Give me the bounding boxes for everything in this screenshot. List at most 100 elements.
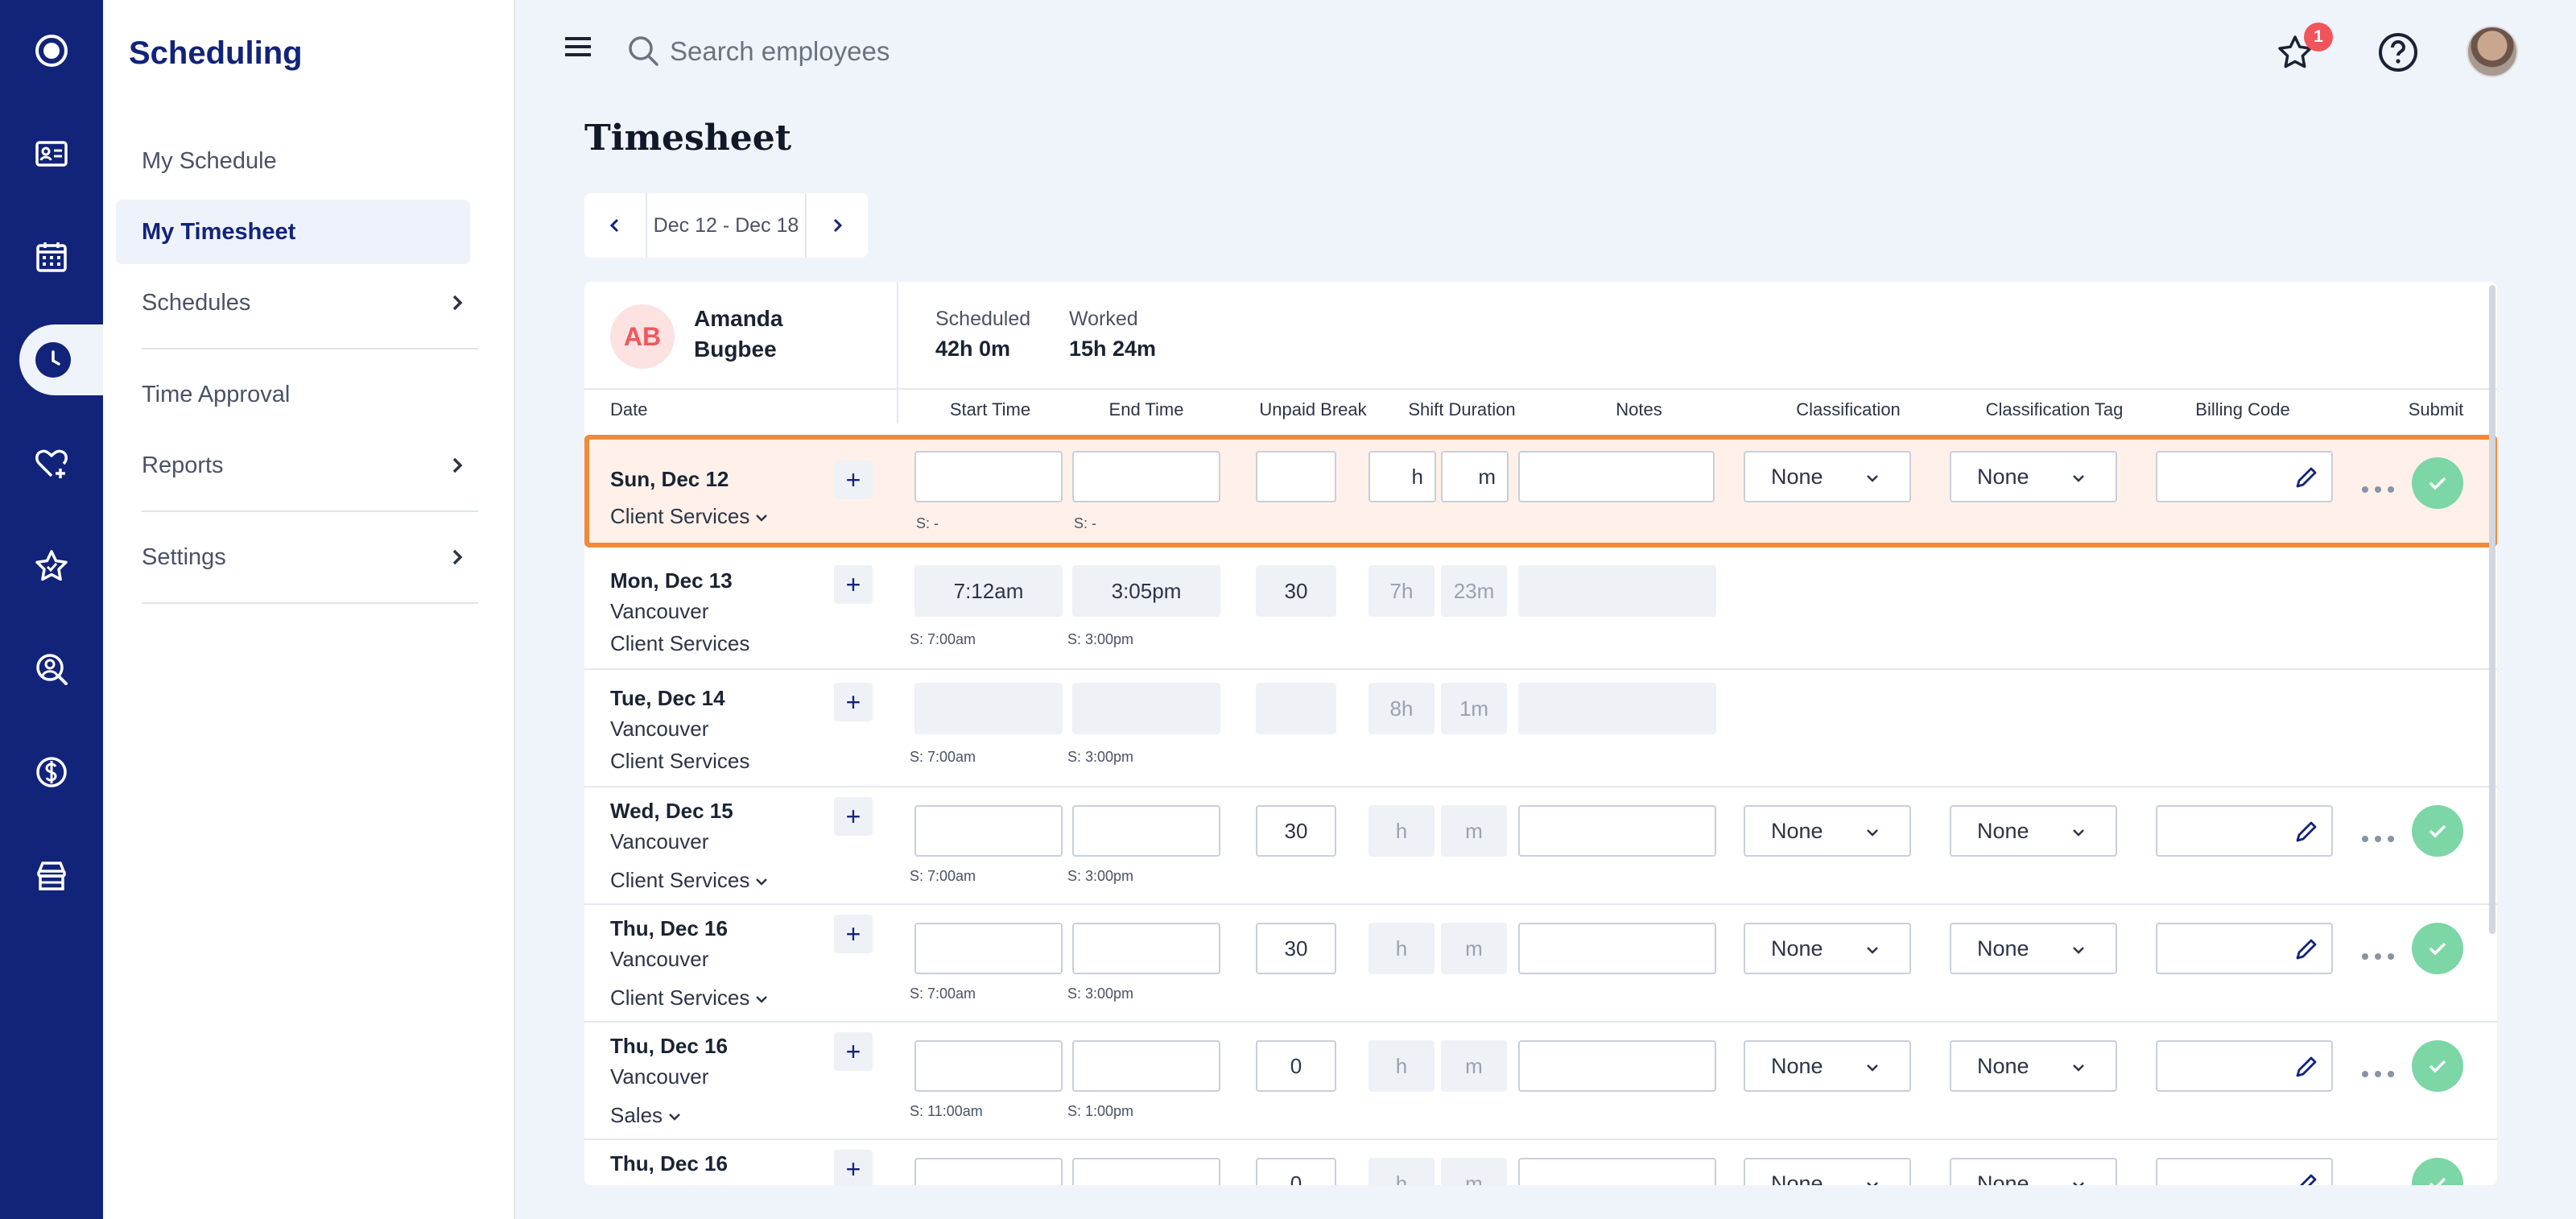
classification-select[interactable]: None xyxy=(1744,923,1911,974)
timesheet-row: Wed, Dec 15 Vancouver Client Services + … xyxy=(584,787,2497,905)
pencil-icon[interactable] xyxy=(2293,1171,2320,1185)
start-time-input[interactable] xyxy=(914,1040,1063,1092)
more-options-button[interactable] xyxy=(2362,1066,2394,1082)
search-input[interactable] xyxy=(670,29,1233,74)
classification-tag-select[interactable]: None xyxy=(1950,1040,2117,1092)
notes-input[interactable] xyxy=(1518,1158,1716,1185)
unpaid-break-input[interactable]: 30 xyxy=(1256,923,1336,974)
chevron-right-icon xyxy=(452,457,463,473)
sidebar-item-reports[interactable]: Reports xyxy=(116,433,470,498)
end-time-input[interactable] xyxy=(1072,923,1220,974)
classification-select[interactable]: None xyxy=(1744,1158,1911,1185)
pencil-icon[interactable] xyxy=(2293,936,2320,963)
end-time-value xyxy=(1072,683,1220,734)
row-department-selector[interactable]: Client Services xyxy=(610,986,770,1010)
scrollbar-thumb[interactable] xyxy=(2489,285,2496,934)
person-search-icon[interactable] xyxy=(0,633,103,705)
notes-input[interactable] xyxy=(1518,1040,1716,1092)
logo-icon[interactable] xyxy=(0,14,103,87)
page-title: Timesheet xyxy=(584,118,792,159)
add-shift-button[interactable]: + xyxy=(834,915,873,953)
billing-code-field[interactable] xyxy=(2156,451,2333,502)
calendar-icon[interactable] xyxy=(0,221,103,293)
sidebar-item-settings[interactable]: Settings xyxy=(116,525,470,589)
employee-last-name: Bugbee xyxy=(694,337,777,362)
billing-code-field[interactable] xyxy=(2156,805,2333,857)
end-time-input[interactable] xyxy=(1072,1040,1220,1092)
row-department-selector[interactable]: Client Services xyxy=(610,868,770,893)
submit-button[interactable] xyxy=(2412,923,2463,974)
start-time-input[interactable] xyxy=(914,451,1063,502)
date-range-label[interactable]: Dec 12 - Dec 18 xyxy=(646,193,807,258)
unpaid-break-input[interactable]: 0 xyxy=(1256,1040,1336,1092)
next-week-button[interactable] xyxy=(807,193,868,258)
classification-select[interactable]: None xyxy=(1744,805,1911,857)
user-avatar[interactable] xyxy=(2467,26,2518,77)
end-time-input[interactable] xyxy=(1072,451,1220,502)
duration-hours-value: h xyxy=(1368,923,1435,974)
pencil-icon[interactable] xyxy=(2293,1053,2320,1081)
row-date: Tue, Dec 14 xyxy=(610,686,725,710)
contact-card-icon[interactable] xyxy=(0,118,103,190)
pencil-icon[interactable] xyxy=(2293,818,2320,845)
classification-select[interactable]: None xyxy=(1744,1040,1911,1092)
rail-active-tab[interactable] xyxy=(19,324,103,395)
add-shift-button[interactable]: + xyxy=(834,1150,873,1185)
duration-minutes-input[interactable]: m xyxy=(1441,451,1509,502)
add-shift-button[interactable]: + xyxy=(834,1032,873,1071)
add-shift-button[interactable]: + xyxy=(834,565,873,604)
add-shift-button[interactable]: + xyxy=(834,683,873,721)
submit-button[interactable] xyxy=(2412,1040,2463,1092)
start-time-input[interactable] xyxy=(914,1158,1063,1185)
hamburger-menu-icon[interactable] xyxy=(564,35,592,58)
duration-minutes-value: m xyxy=(1441,1040,1507,1092)
unpaid-break-input[interactable]: 30 xyxy=(1256,805,1336,857)
more-options-button[interactable] xyxy=(2362,831,2394,847)
classification-tag-select[interactable]: None xyxy=(1950,451,2117,502)
sidebar-item-schedules[interactable]: Schedules xyxy=(116,271,470,335)
classification-tag-select[interactable]: None xyxy=(1950,923,2117,974)
row-department-selector[interactable]: Client Services xyxy=(610,504,770,529)
add-shift-button[interactable]: + xyxy=(834,797,873,836)
more-options-button[interactable] xyxy=(2362,481,2394,498)
classification-tag-select[interactable]: None xyxy=(1950,1158,2117,1185)
help-icon[interactable] xyxy=(2376,31,2420,74)
store-icon[interactable] xyxy=(0,839,103,911)
billing-code-field[interactable] xyxy=(2156,1158,2333,1185)
row-department-selector[interactable]: Sales xyxy=(610,1103,683,1128)
duration-hours-input[interactable]: h xyxy=(1368,451,1436,502)
previous-week-button[interactable] xyxy=(584,193,646,258)
sidebar-item-my-schedule[interactable]: My Schedule xyxy=(116,129,470,193)
pencil-icon[interactable] xyxy=(2293,464,2320,491)
timesheet-row-selected[interactable]: Sun, Dec 12 Client Services + S: - S: - … xyxy=(584,435,2497,548)
add-shift-button[interactable]: + xyxy=(834,461,873,499)
more-options-button[interactable] xyxy=(2362,948,2394,965)
sidebar-item-time-approval[interactable]: Time Approval xyxy=(116,362,470,427)
classification-tag-select[interactable]: None xyxy=(1950,805,2117,857)
submit-button[interactable] xyxy=(2412,457,2463,509)
notes-input[interactable] xyxy=(1518,923,1716,974)
start-time-input[interactable] xyxy=(914,923,1063,974)
scheduled-value: 42h 0m xyxy=(935,337,1011,361)
start-time-input[interactable] xyxy=(914,805,1063,857)
unpaid-break-input[interactable]: 0 xyxy=(1256,1158,1336,1185)
heart-plus-icon[interactable] xyxy=(0,427,103,499)
chevron-down-icon xyxy=(1867,1064,1878,1072)
end-time-input[interactable] xyxy=(1072,1158,1220,1185)
end-time-input[interactable] xyxy=(1072,805,1220,857)
unpaid-break-input[interactable] xyxy=(1256,451,1336,502)
classification-select[interactable]: None xyxy=(1744,451,1911,502)
dollar-icon[interactable] xyxy=(0,736,103,808)
billing-code-field[interactable] xyxy=(2156,1040,2333,1092)
notes-value xyxy=(1518,565,1716,617)
submit-button[interactable] xyxy=(2412,1158,2463,1185)
notes-input[interactable] xyxy=(1518,451,1715,502)
row-department: Client Services xyxy=(610,868,750,892)
sidebar-divider xyxy=(142,602,478,604)
billing-code-field[interactable] xyxy=(2156,923,2333,974)
submit-button[interactable] xyxy=(2412,805,2463,857)
notes-input[interactable] xyxy=(1518,805,1716,857)
star-icon[interactable] xyxy=(0,530,103,602)
sidebar-divider xyxy=(142,510,478,512)
sidebar-item-my-timesheet[interactable]: My Timesheet xyxy=(116,200,470,264)
